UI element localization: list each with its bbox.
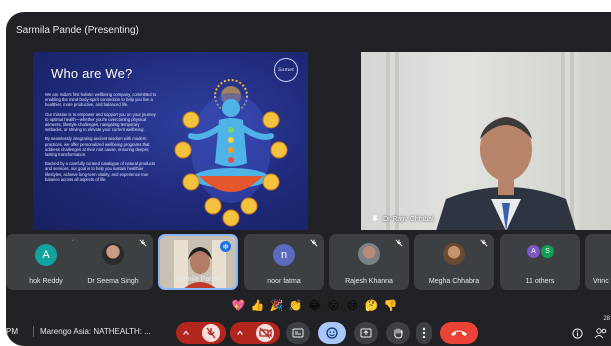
meeting-info-button[interactable] [569,322,585,344]
speaker-video-tile[interactable]: Dr Rajiv Chhibal [361,52,611,230]
people-icon [594,328,607,339]
participant-name: Sarmila Pande [175,276,221,283]
participant-tile[interactable]: Dr Seema Singh [73,234,153,290]
captions-button[interactable] [286,322,310,344]
clap-reaction-button[interactable]: 👏 [288,298,303,313]
mic-off-icon [480,239,488,247]
clock: PM [6,327,18,336]
meditation-figure-illustration [174,79,288,227]
slide-paragraph: Our mission is to empower and support yo… [45,111,156,133]
participant-tile[interactable]: n noor fatma [244,234,324,290]
speaker-name-label: Dr Rajiv Chhibal [371,215,434,223]
slide-paragraph: We are India's first holistic wellbeing … [45,92,157,108]
participant-tile[interactable]: Megha Chhabra [414,234,494,290]
slide-body: We are India's first holistic wellbeing … [45,92,157,186]
presenting-label: Sarmila Pande (Presenting) [16,25,139,36]
avatar: A [527,245,540,258]
avatar [102,243,124,265]
mic-off-icon [395,239,403,247]
surprised-reaction-button[interactable]: 😮 [326,298,341,313]
laugh-reaction-button[interactable]: 😂 [307,298,322,313]
avatar: n [273,244,295,266]
sad-reaction-button[interactable]: 😢 [345,298,360,313]
participant-name: noor fatma [267,278,301,285]
reactions-bar: 💖 👍 🎉 👏 😂 😮 😢 🤔 👎 [231,295,398,315]
shared-slide: Who are We? Samet We are India's first h… [33,52,308,230]
meeting-name: Marengo Asia: NATHEALTH: ... [40,327,151,336]
slide-title: Who are We? [51,66,133,81]
mic-off-icon[interactable] [201,323,221,343]
present-screen-icon [360,328,372,338]
chevron-up-icon[interactable] [182,329,190,337]
call-toolbar: PM Marengo Asia: NATHEALTH: ... 28 [6,316,611,346]
people-button[interactable]: 28 [592,316,610,344]
thumbs-up-reaction-button[interactable]: 👍 [250,298,265,313]
reactions-button[interactable] [318,322,346,344]
mic-off-icon [310,239,318,247]
info-icon [571,327,583,339]
speaking-indicator-icon [220,241,231,252]
party-reaction-button[interactable]: 🎉 [269,298,284,313]
participant-name: Dr Seema Singh [87,278,139,285]
captions-icon [292,328,304,338]
hand-icon [394,328,403,339]
speaker-name: Dr Rajiv Chhibal [383,215,434,223]
avatar [443,243,465,265]
emoji-icon [326,327,338,339]
avatar: A [35,244,57,266]
people-count-badge: 28 [603,316,610,322]
chevron-up-icon[interactable] [236,329,244,337]
participant-tile[interactable]: Rajesh Khanna [329,234,409,290]
meet-window: Sarmila Pande (Presenting) Who are We? S… [6,12,611,346]
mic-button[interactable] [176,322,226,344]
device-frame: Sarmila Pande (Presenting) Who are We? S… [0,0,611,346]
camera-off-icon[interactable] [255,323,275,343]
more-options-button[interactable] [416,322,432,344]
present-button[interactable] [354,322,378,344]
pin-icon [371,215,379,223]
participant-name: 11 others [525,278,555,285]
participant-name: Vrinc [593,278,609,285]
participant-tile-others[interactable]: A S 11 others [500,234,580,290]
participant-name: Megha Chhabra [428,278,480,285]
participant-name: Rajesh Khanna [345,278,393,285]
avatar [358,243,380,265]
mic-off-icon [139,239,147,247]
participant-tile-active[interactable]: Sarmila Pande [158,234,238,290]
thumbs-down-reaction-button[interactable]: 👎 [383,298,398,313]
curtain [386,52,404,230]
leave-call-button[interactable] [440,322,478,344]
slide-paragraph: By seamlessly integrating ancient wisdom… [45,136,150,158]
divider [33,326,34,337]
heart-reaction-button[interactable]: 💖 [231,298,246,313]
speaker-silhouette [436,117,576,230]
slide-paragraph: Backed by a carefully curated catalogue … [45,161,156,182]
more-vert-icon [422,327,426,339]
raise-hand-button[interactable] [386,322,410,344]
avatar: S [541,245,554,258]
participant-filmstrip: A hok Reddy Dr Seema Singh Sarmila Pande… [6,234,611,292]
camera-button[interactable] [230,322,280,344]
participant-tile[interactable]: Vrinc [585,234,611,290]
thinking-reaction-button[interactable]: 🤔 [364,298,379,313]
phone-hangup-icon [451,330,467,336]
